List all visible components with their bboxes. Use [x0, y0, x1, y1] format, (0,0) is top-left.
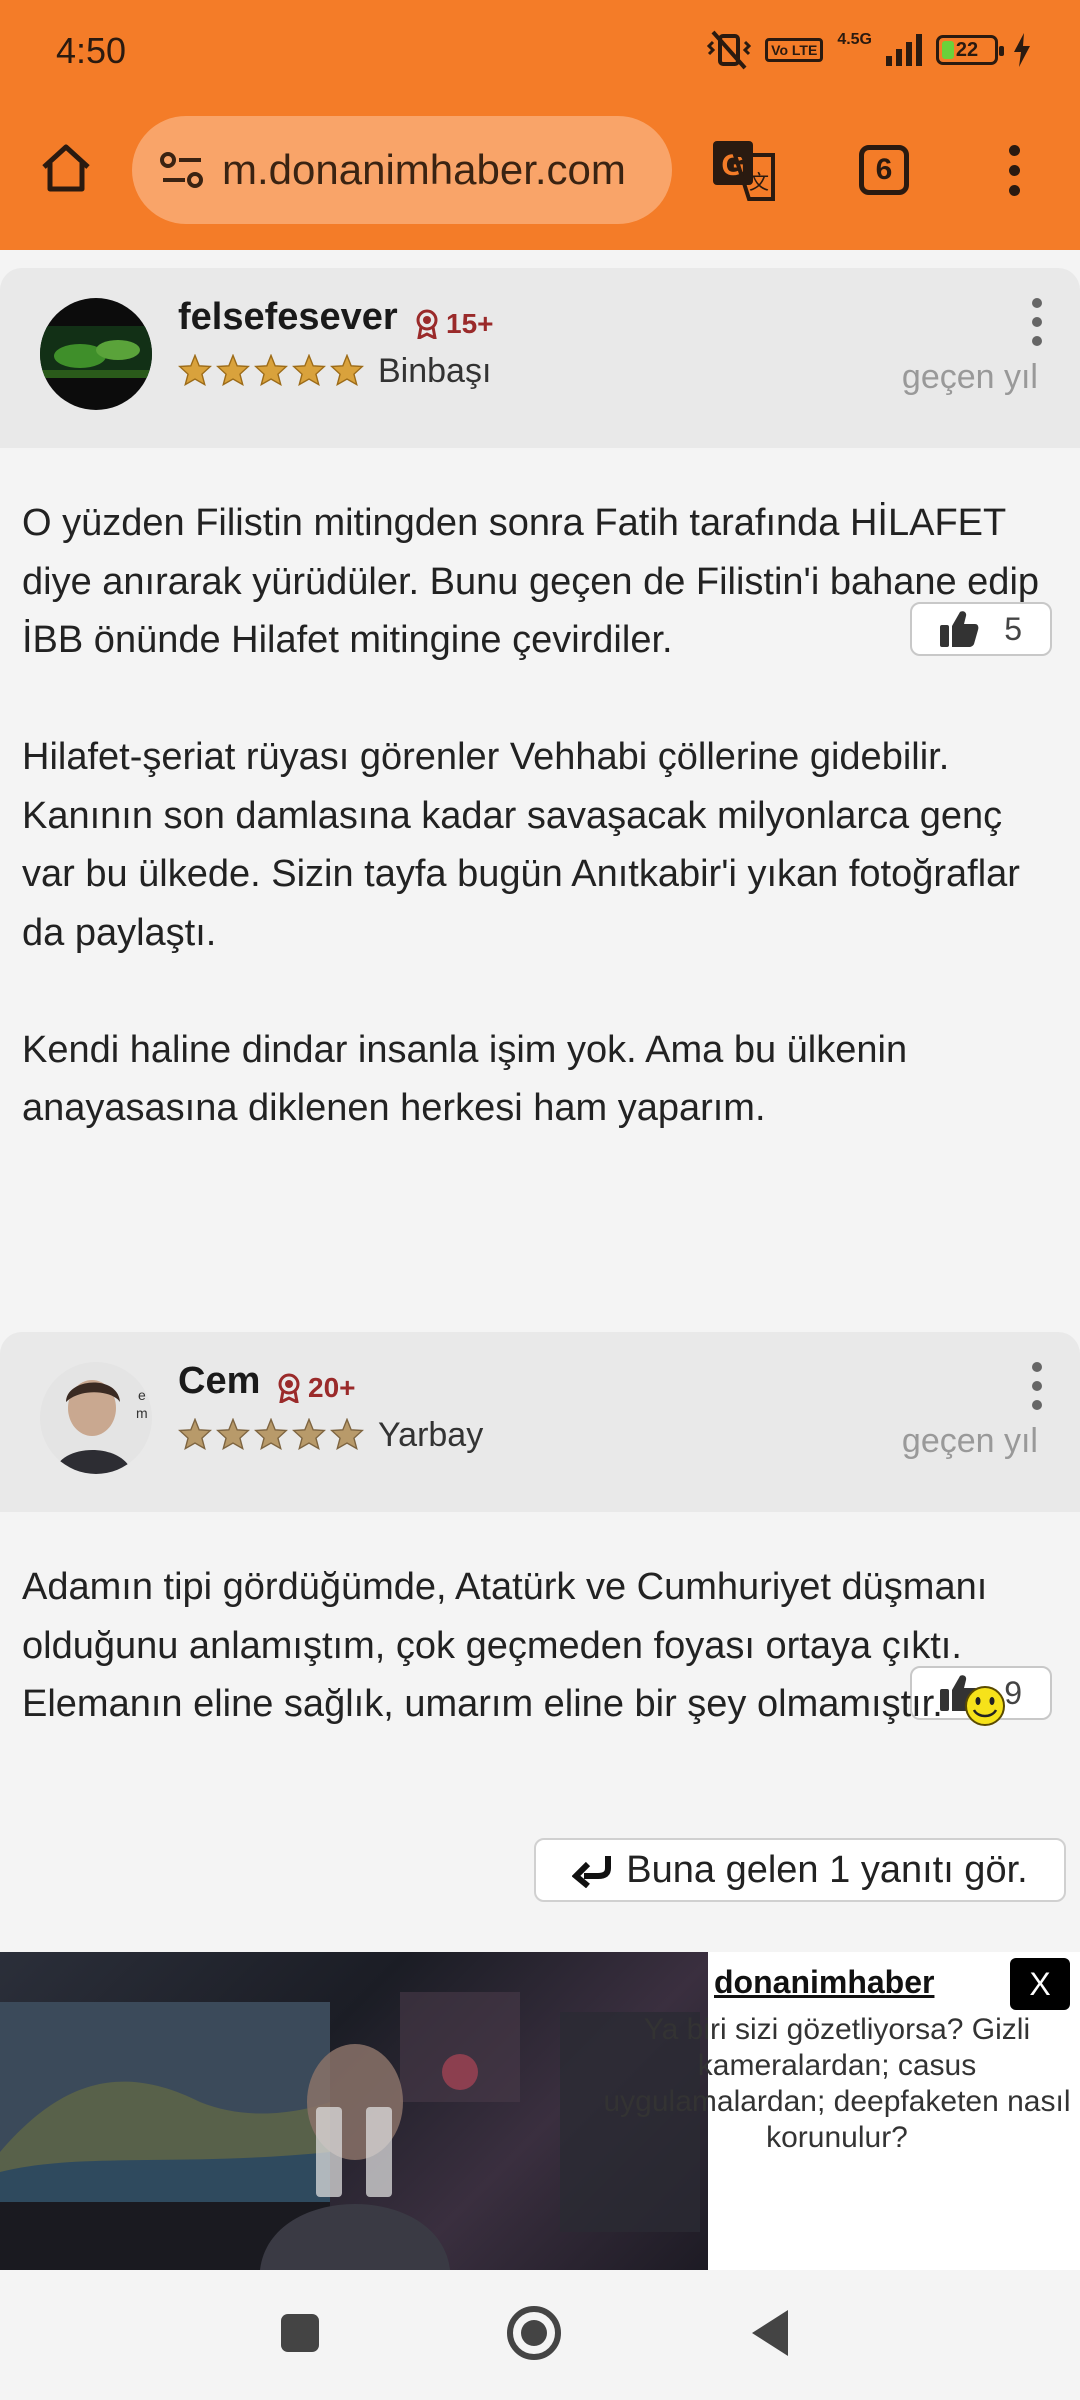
svg-text:m: m [136, 1405, 148, 1421]
translate-icon: G文 [713, 141, 775, 201]
comment-paragraph: Hilafet-şeriat rüyası görenler Vehhabi ç… [22, 736, 1020, 954]
status-icons: Vo LTE 4.5G 22 [707, 30, 1032, 70]
home-button[interactable] [30, 132, 102, 204]
ad-close-button[interactable]: X [1010, 1958, 1070, 2010]
status-time: 4:50 [56, 30, 127, 71]
vibrate-off-icon [707, 30, 752, 70]
charging-icon [1012, 33, 1032, 67]
badge-count: 15+ [446, 308, 494, 339]
site-info-icon[interactable] [152, 150, 212, 190]
comment-paragraph: Kendi haline dindar insanla işim yok. Am… [22, 1028, 908, 1130]
comment-text: Adamın tipi gördüğümde, Atatürk ve Cumhu… [22, 1558, 1052, 1734]
translate-button[interactable]: G文 [708, 136, 780, 204]
pause-button[interactable] [316, 2107, 392, 2197]
svg-text:文: 文 [749, 170, 769, 194]
smiley-icon [965, 1686, 1006, 1726]
home-nav-button[interactable] [494, 2298, 574, 2368]
rating-stars [178, 354, 364, 386]
comment-paragraph: O yüzden Filistin mitingden sonra Fatih … [22, 502, 1040, 661]
star-icon [292, 1418, 326, 1450]
user-badge: 15+ [414, 308, 494, 340]
comment-paragraph [22, 962, 1052, 1021]
battery-icon: 22 [936, 35, 1004, 65]
url-text: m.donanimhaber.com [222, 146, 626, 193]
ad-text[interactable]: Ya biri sizi gözetliyorsa? Gizli kameral… [602, 2012, 1072, 2156]
tabs-button[interactable]: 6 [848, 136, 920, 204]
system-nav-bar [0, 2270, 1080, 2400]
home-icon [42, 144, 90, 192]
star-icon [254, 354, 288, 386]
user-rank: Yarbay [378, 1416, 484, 1454]
comment-paragraph: Adamın tipi gördüğümde, Atatürk ve Cumhu… [22, 1558, 1052, 1734]
view-replies-label: Buna gelen 1 yanıtı gör. [626, 1848, 1028, 1891]
user-rank: Binbaşı [378, 352, 492, 390]
star-icon [254, 1418, 288, 1450]
recents-icon [281, 2314, 319, 2352]
recents-button[interactable] [260, 2298, 340, 2368]
browser-header: 4:50 Vo LTE 4.5G 22 m.donanimhaber.com G… [0, 0, 1080, 250]
url-bar[interactable]: m.donanimhaber.com [132, 116, 672, 224]
medal-icon [416, 309, 438, 339]
badge-count: 20+ [308, 1372, 356, 1403]
comment-menu-button[interactable] [1022, 1362, 1052, 1410]
comment-card: em Cem 20+ Yarbay geçen yıl 9 Adamın tip… [0, 1332, 1080, 1872]
comment-paragraph-text: Adamın tipi gördüğümde, Atatürk ve Cumhu… [22, 1566, 988, 1725]
comment-time: geçen yıl [901, 358, 1038, 396]
video-ad: donanimhaber X Ya biri sizi gözetliyorsa… [0, 1952, 1080, 2270]
comment-paragraph [22, 670, 1052, 729]
username[interactable]: Cem [178, 1360, 260, 1403]
browser-toolbar: m.donanimhaber.com G文 6 [0, 110, 1080, 230]
star-icon [216, 1418, 250, 1450]
view-replies-button[interactable]: Buna gelen 1 yanıtı gör. [534, 1838, 1066, 1902]
user-badge: 20+ [276, 1372, 356, 1404]
more-menu-button[interactable] [984, 136, 1044, 204]
star-icon [292, 354, 326, 386]
comment-time: geçen yıl [901, 1422, 1038, 1460]
signal-icon [886, 34, 922, 66]
volte-icon: Vo LTE [765, 38, 824, 62]
star-icon [178, 1418, 212, 1450]
home-nav-icon [507, 2306, 561, 2360]
avatar[interactable]: em [40, 1362, 152, 1474]
star-icon [178, 354, 212, 386]
username[interactable]: felsefesever [178, 296, 398, 339]
star-icon [330, 1418, 364, 1450]
medal-icon [278, 1373, 300, 1403]
star-icon [330, 354, 364, 386]
comment-body: 9 Adamın tipi gördüğümde, Atatürk ve Cum… [0, 1512, 1080, 1872]
ad-brand-link[interactable]: donanimhaber [714, 1964, 934, 2001]
comment-body: 5 O yüzden Filistin mitingden sonra Fati… [0, 448, 1080, 1250]
svg-text:e: e [138, 1387, 146, 1403]
reply-arrow-icon [572, 1856, 612, 1888]
network-type: 4.5G [837, 31, 872, 48]
rating-stars [178, 1418, 364, 1450]
battery-level: 22 [955, 38, 979, 61]
avatar[interactable] [40, 298, 152, 410]
comment-text: O yüzden Filistin mitingden sonra Fatih … [22, 494, 1052, 1138]
back-icon [752, 2310, 788, 2356]
comment-header: em Cem 20+ Yarbay geçen yıl [0, 1332, 1080, 1512]
comment-header: felsefesever 15+ Binbaşı geçen yıl [0, 268, 1080, 448]
star-icon [216, 354, 250, 386]
comment-card: felsefesever 15+ Binbaşı geçen yıl 5 O y… [0, 268, 1080, 1250]
comment-menu-button[interactable] [1022, 298, 1052, 346]
tab-count: 6 [859, 145, 909, 195]
back-button[interactable] [730, 2298, 810, 2368]
